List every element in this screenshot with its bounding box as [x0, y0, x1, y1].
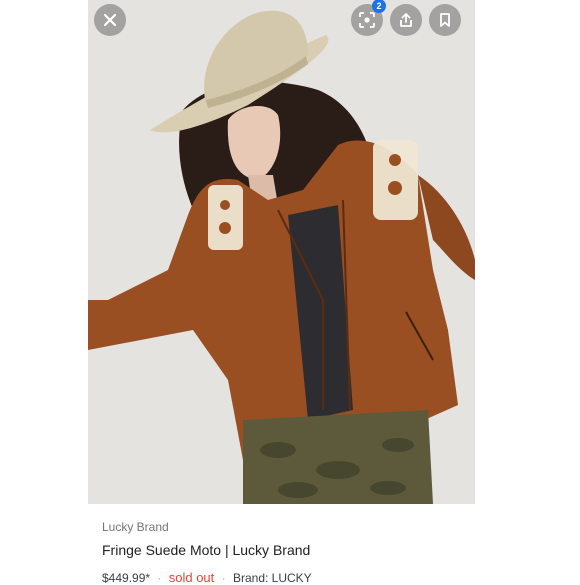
- product-photo: [88, 0, 475, 504]
- lens-button[interactable]: 2: [351, 0, 386, 36]
- share-icon: [400, 13, 412, 27]
- bookmark-button[interactable]: [429, 4, 461, 36]
- source-name[interactable]: Lucky Brand: [102, 520, 492, 534]
- separator-dot: ·: [221, 571, 226, 585]
- close-button[interactable]: [94, 4, 126, 36]
- lens-icon: [359, 12, 375, 28]
- price: $449.99*: [102, 571, 151, 585]
- brand-label: Brand: LUCKY: [232, 571, 312, 585]
- share-button[interactable]: [390, 4, 422, 36]
- close-icon: [103, 13, 117, 27]
- separator-dot: ·: [157, 571, 162, 585]
- status-label: sold out: [168, 570, 215, 585]
- product-info: Lucky Brand Fringe Suede Moto | Lucky Br…: [102, 514, 492, 585]
- product-meta: $449.99* · sold out · Brand: LUCKY: [102, 570, 492, 585]
- product-title[interactable]: Fringe Suede Moto | Lucky Brand: [102, 542, 492, 558]
- product-image-frame[interactable]: 2: [88, 0, 475, 504]
- bookmark-icon: [440, 13, 450, 27]
